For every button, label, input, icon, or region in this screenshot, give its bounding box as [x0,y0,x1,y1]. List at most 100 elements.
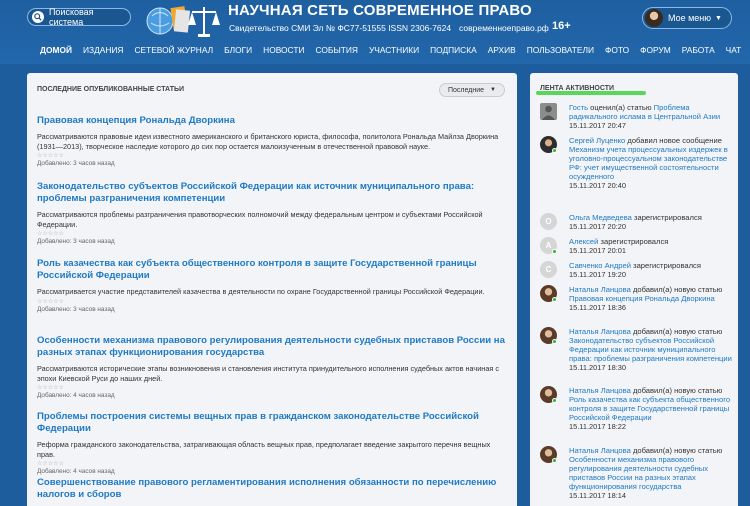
chevron-down-icon: ▼ [715,14,722,22]
rating-stars[interactable]: ☆☆☆☆☆ [37,231,507,238]
activity-time: 15.11.2017 20:20 [569,222,626,231]
nav-item-members[interactable]: УЧАСТНИКИ [369,45,419,59]
search-label: Поисковая система [48,7,94,27]
search-button[interactable]: Поисковая система [27,7,131,27]
article-item: Проблемы построения системы вещных прав … [37,411,507,476]
article-title-link[interactable]: Совершенствование правового регламентиро… [37,477,507,501]
nav-item-publications[interactable]: ИЗДАНИЯ [83,45,123,59]
site-subtitle: Свидетельство СМИ Эл № ФС77-51555 ISSN 2… [229,23,549,33]
nav-item-forum[interactable]: ФОРУМ [640,45,671,59]
nav-item-news[interactable]: НОВОСТИ [263,45,304,59]
certificate-text: Свидетельство СМИ Эл № ФС77-51555 ISSN 2… [229,23,452,33]
message-link[interactable]: Механизм учета процессуальных издержек в… [569,145,728,181]
online-indicator [552,339,557,344]
activity-text: Наталья Ланцова добавил(а) новую статью … [569,386,731,422]
site-title[interactable]: НАУЧНАЯ СЕТЬ СОВРЕМЕННОЕ ПРАВО [228,2,532,19]
online-indicator [552,398,557,403]
activity-item: С Савченко Андрей зарегистрировался 15.1… [540,261,735,279]
online-indicator [552,249,557,254]
activity-time: 15.11.2017 20:40 [569,181,626,190]
rating-stars[interactable]: ☆☆☆☆☆ [37,461,507,468]
activity-feed-panel: ЛЕНТА АКТИВНОСТИ Гость оценил(а) статью … [530,73,738,506]
article-date: Добавлено: 4 часов назад [37,392,115,399]
panel-title: ПОСЛЕДНИЕ ОПУБЛИКОВАННЫЕ СТАТЬИ [37,86,185,93]
activity-text: Ольга Медведева зарегистрировался [569,213,702,222]
activity-text: Наталья Ланцова добавил(а) новую статью … [569,285,723,303]
activity-text: Наталья Ланцова добавил(а) новую статью … [569,327,732,363]
article-link[interactable]: Правовая концепция Рональда Дворкина [569,294,715,303]
activity-item: Сергей Луценко добавил новое сообщение М… [540,136,735,190]
article-date: Добавлено: 3 часов назад [37,305,115,313]
activity-time: 15.11.2017 19:20 [569,270,626,279]
activity-text: Савченко Андрей зарегистрировался [569,261,701,270]
user-link[interactable]: Наталья Ланцова [569,285,631,294]
user-link[interactable]: Алексей [569,237,598,246]
article-description: Рассматривается участие представителей к… [37,287,485,296]
activity-text: Алексей зарегистрировался [569,237,669,246]
sort-value: Последние [448,86,485,94]
article-item: Совершенствование правового регламентиро… [37,477,507,501]
search-icon [32,11,44,23]
online-indicator [552,297,557,302]
user-link[interactable]: Наталья Ланцова [569,386,631,395]
rating-stars[interactable]: ☆☆☆☆☆ [37,299,507,306]
nav-item-home[interactable]: ДОМОЙ [40,45,72,59]
nav-item-subscription[interactable]: ПОДПИСКА [430,45,477,59]
chevron-down-icon: ▼ [490,87,496,93]
user-link[interactable]: Ольга Медведева [569,213,632,222]
activity-time: 15.11.2017 18:30 [569,363,626,372]
activity-text: Гость оценил(а) статью Проблема радикаль… [569,103,721,121]
user-link[interactable]: Сергей Луценко [569,136,625,145]
avatar [645,9,663,27]
user-link[interactable]: Наталья Ланцова [569,327,631,336]
article-item: Особенности механизма правового регулиро… [37,335,507,400]
avatar[interactable]: О [540,213,557,230]
user-link[interactable]: Савченко Андрей [569,261,631,270]
activity-item: А Алексей зарегистрировался 15.11.2017 2… [540,237,735,255]
nav-item-photo[interactable]: ФОТО [605,45,629,59]
nav-item-events[interactable]: СОБЫТИЯ [315,45,357,59]
activity-text: Наталья Ланцова добавил(а) новую статью … [569,446,723,491]
nav-item-archive[interactable]: АРХИВ [488,45,516,59]
user-link[interactable]: Наталья Ланцова [569,446,631,455]
article-title-link[interactable]: Правовая концепция Рональда Дворкина [37,115,507,127]
site-logo[interactable] [146,1,222,41]
panel-title: ЛЕНТА АКТИВНОСТИ [540,85,615,92]
nav-item-jobs[interactable]: РАБОТА [682,45,715,59]
article-description: Рассматриваются проблемы разграничения п… [37,210,483,229]
article-link[interactable]: Роль казачества как субъекта общественно… [569,395,730,422]
nav-item-chat[interactable]: ЧАТ [726,45,742,59]
article-title-link[interactable]: Законодательство субъектов Российской Фе… [37,181,507,205]
domain-text: современноеправо.рф [459,23,549,33]
main-nav: ДОМОЙ ИЗДАНИЯ СЕТЕВОЙ ЖУРНАЛ БЛОГИ НОВОС… [40,45,750,59]
article-description: Рассматриваются исторические этапы возни… [37,364,500,383]
my-menu-button[interactable]: Мое меню ▼ [642,7,732,29]
article-item: Роль казачества как субъекта общественно… [37,258,507,314]
sort-select[interactable]: Последние ▼ [439,83,505,97]
nav-item-journal[interactable]: СЕТЕВОЙ ЖУРНАЛ [134,45,213,59]
activity-item: Наталья Ланцова добавил(а) новую статью … [540,446,735,500]
nav-item-blogs[interactable]: БЛОГИ [224,45,252,59]
user-link[interactable]: Гость [569,103,588,112]
activity-item: О Ольга Медведева зарегистрировался 15.1… [540,213,735,231]
article-title-link[interactable]: Особенности механизма правового регулиро… [37,335,507,359]
guest-avatar-icon [540,103,557,120]
rating-stars[interactable]: ☆☆☆☆☆ [37,153,507,160]
article-link[interactable]: Особенности механизма правового регулиро… [569,455,708,491]
article-description: Рассматриваются правовые идеи известного… [37,132,499,151]
article-title-link[interactable]: Проблемы построения системы вещных прав … [37,411,507,435]
age-badge: 16+ [552,20,571,32]
site-header: Поисковая система НАУЧНАЯ СЕТЬ СОВРЕМЕНН… [0,0,750,64]
article-item: Правовая концепция Рональда Дворкина Рас… [37,115,507,168]
nav-item-users[interactable]: ПОЛЬЗОВАТЕЛИ [527,45,594,59]
activity-item: Наталья Ланцова добавил(а) новую статью … [540,327,735,372]
article-link[interactable]: Законодательство субъектов Российской Фе… [569,336,732,363]
activity-item: Наталья Ланцова добавил(а) новую статью … [540,285,735,312]
article-date: Добавлено: 3 часов назад [37,238,115,245]
activity-text: Сергей Луценко добавил новое сообщение М… [569,136,728,181]
article-title-link[interactable]: Роль казачества как субъекта общественно… [37,258,507,282]
rating-stars[interactable]: ☆☆☆☆☆ [37,385,507,392]
activity-time: 15.11.2017 20:47 [569,121,626,130]
article-date: Добавлено: 4 часов назад [37,468,115,475]
avatar[interactable]: С [540,261,557,278]
